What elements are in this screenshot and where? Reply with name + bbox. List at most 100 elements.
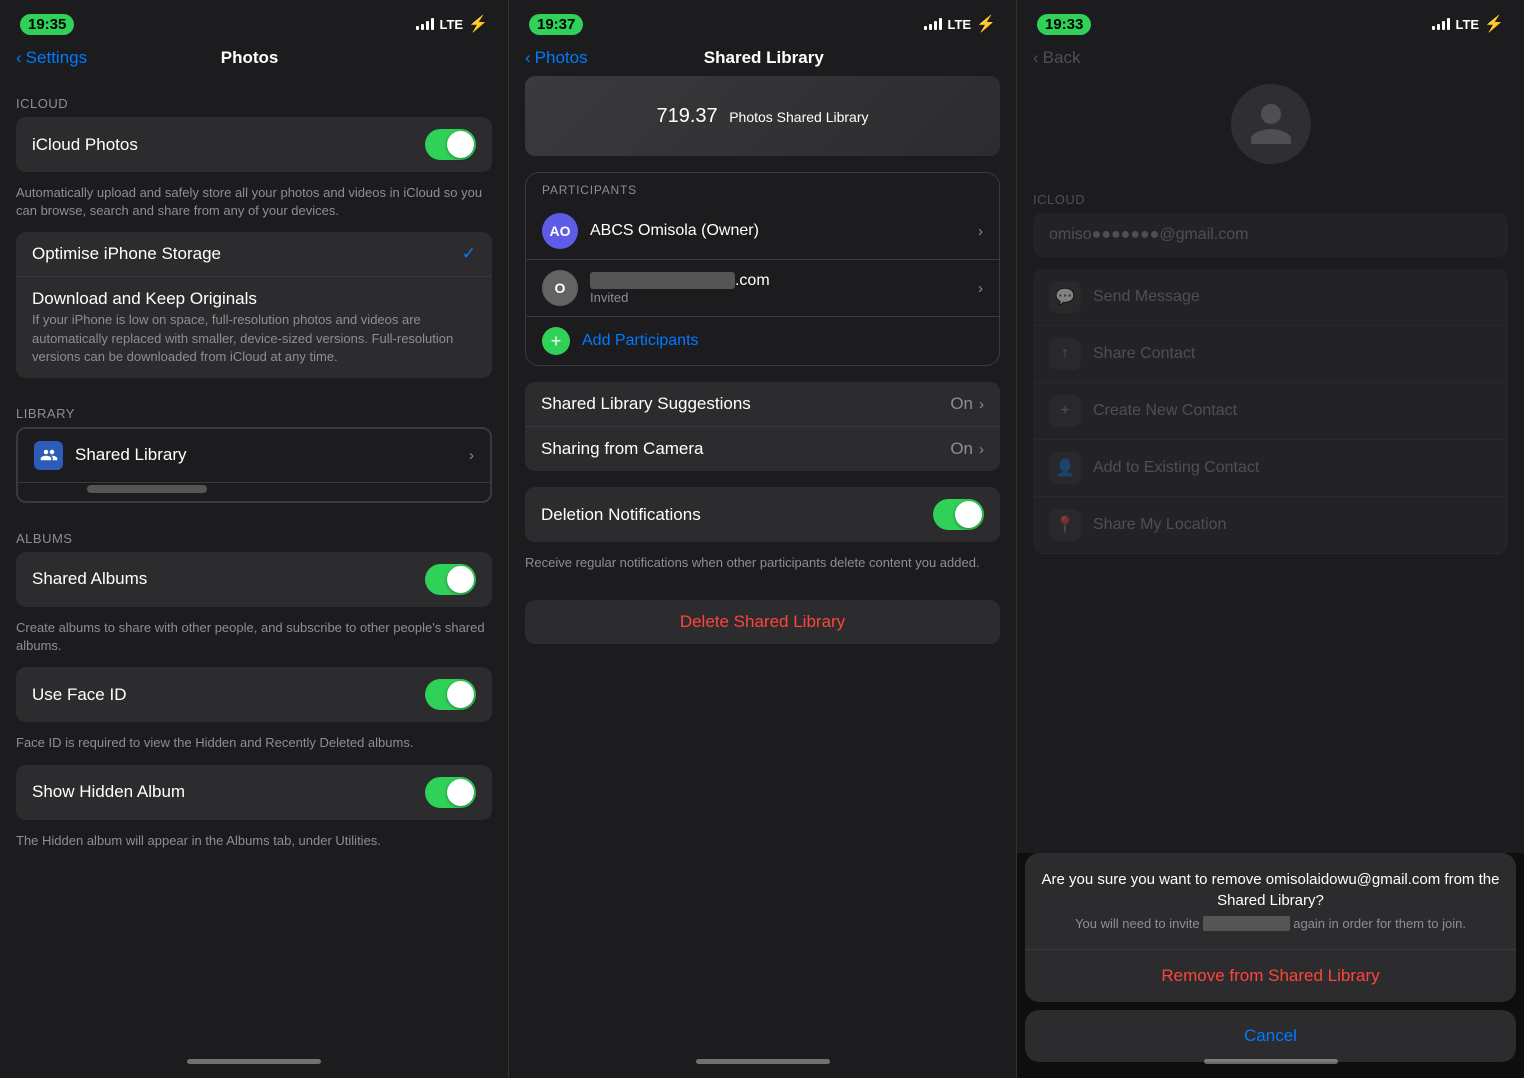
camera-row[interactable]: Sharing from Camera On ›	[525, 427, 1000, 471]
shared-albums-desc: Create albums to share with other people…	[0, 615, 508, 667]
participants-header: Participants	[526, 173, 999, 203]
add-participants-label: Add Participants	[582, 332, 699, 350]
photos-header-card: 719.37 Photos Shared Library	[525, 76, 1000, 156]
participant-owner-info: ABCS Omisola (Owner)	[590, 222, 978, 240]
deletion-desc: Receive regular notifications when other…	[509, 550, 1016, 584]
shared-albums-toggle[interactable]	[425, 564, 476, 595]
lte-label-3: LTE	[1455, 17, 1479, 32]
suggestions-label: Shared Library Suggestions	[541, 394, 950, 414]
add-existing-row: 👤 Add to Existing Contact	[1033, 440, 1508, 497]
screen3-bg-content: ‹ Back iCloud omiso●●●●●●●@gmail.com 💬 S…	[1017, 44, 1524, 562]
hidden-album-row[interactable]: Show Hidden Album	[16, 765, 492, 820]
message-icon: 💬	[1049, 281, 1081, 313]
shared-library-row[interactable]: Shared Library ›	[18, 429, 490, 483]
status-bar-2: 19:37 LTE ⚡	[509, 0, 1016, 44]
download-row[interactable]: Download and Keep Originals If your iPho…	[16, 277, 492, 378]
signal-icon-2	[924, 18, 942, 30]
battery-icon: ⚡	[468, 14, 488, 34]
deletion-toggle[interactable]	[933, 499, 984, 530]
screen2: 19:37 LTE ⚡ ‹ Photos Shared Library 719.…	[508, 0, 1016, 1078]
faceid-label: Use Face ID	[32, 685, 425, 705]
faceid-toggle[interactable]	[425, 679, 476, 710]
icloud-group: iCloud Photos	[16, 117, 492, 172]
lte-label-2: LTE	[947, 17, 971, 32]
photos-count: 719.37 Photos Shared Library	[656, 105, 868, 128]
icloud-photos-desc: Automatically upload and safely store al…	[0, 180, 508, 232]
hidden-album-desc: The Hidden album will appear in the Albu…	[0, 828, 508, 862]
location-icon: 📍	[1049, 509, 1081, 541]
nav-title-1: Photos	[87, 48, 412, 68]
nav-bar-2: ‹ Photos Shared Library	[509, 44, 1016, 76]
optimise-row[interactable]: Optimise iPhone Storage ✓	[16, 232, 492, 277]
participant-owner-name: ABCS Omisola (Owner)	[590, 222, 978, 240]
battery-icon-3: ⚡	[1484, 14, 1504, 34]
lte-label: LTE	[439, 17, 463, 32]
icloud-email-row: omiso●●●●●●●@gmail.com	[1033, 213, 1508, 257]
home-indicator-2	[509, 1044, 1016, 1078]
storage-group: Optimise iPhone Storage ✓ Download and K…	[16, 232, 492, 378]
section-icloud-3: iCloud	[1017, 172, 1524, 213]
status-icons-2: LTE ⚡	[924, 14, 996, 34]
optimise-checkmark: ✓	[462, 244, 476, 264]
faceid-group: Use Face ID	[16, 667, 492, 722]
chevron-left-icon: ‹	[16, 48, 22, 68]
section-albums: Albums	[0, 511, 508, 552]
camera-chevron: ›	[979, 441, 984, 458]
action-sheet-title: Are you sure you want to remove omisolai…	[1041, 869, 1500, 911]
status-icons-1: LTE ⚡	[416, 14, 488, 34]
remove-from-library-btn[interactable]: Remove from Shared Library	[1025, 950, 1516, 1002]
hidden-album-toggle[interactable]	[425, 777, 476, 808]
screen1: 19:35 LTE ⚡ ‹ Settings Photos iCloud iCl…	[0, 0, 508, 1078]
share-icon: ↑	[1049, 338, 1081, 370]
download-label: Download and Keep Originals	[32, 289, 257, 309]
home-bar-3	[1204, 1059, 1338, 1064]
suggestions-chevron: ›	[979, 396, 984, 413]
icloud-photos-row[interactable]: iCloud Photos	[16, 117, 492, 172]
camera-value: On	[950, 439, 973, 459]
chevron-left-icon-2: ‹	[525, 48, 531, 68]
albums-group: Shared Albums	[16, 552, 492, 607]
action-sheet-header: Are you sure you want to remove omisolai…	[1025, 853, 1516, 950]
signal-icon	[416, 18, 434, 30]
delete-group: Delete Shared Library	[525, 600, 1000, 644]
hidden-album-group: Show Hidden Album	[16, 765, 492, 820]
participant-row-owner[interactable]: AO ABCS Omisola (Owner) ›	[526, 203, 999, 260]
nav-bar-3: ‹ Back	[1017, 44, 1524, 76]
section-library: Library	[0, 386, 508, 427]
avatar-o: O	[542, 270, 578, 306]
home-bar-1	[187, 1059, 321, 1064]
status-time-2: 19:37	[529, 14, 583, 35]
suggestions-row[interactable]: Shared Library Suggestions On ›	[525, 382, 1000, 427]
download-desc: If your iPhone is low on space, full-res…	[32, 311, 476, 366]
add-contact-icon: +	[1049, 395, 1081, 427]
delete-library-btn[interactable]: Delete Shared Library	[680, 612, 845, 632]
icloud-photos-toggle[interactable]	[425, 129, 476, 160]
nav-back-1[interactable]: ‹ Settings	[16, 48, 87, 68]
share-location-row: 📍 Share My Location	[1033, 497, 1508, 554]
delete-library-row[interactable]: Delete Shared Library	[525, 600, 1000, 644]
avatar-ao: AO	[542, 213, 578, 249]
shared-library-label: Shared Library	[75, 445, 469, 465]
add-participants-row[interactable]: + Add Participants	[526, 317, 999, 365]
deletion-row[interactable]: Deletion Notifications	[525, 487, 1000, 542]
icloud-group-3: omiso●●●●●●●@gmail.com	[1033, 213, 1508, 257]
camera-label: Sharing from Camera	[541, 439, 950, 459]
nav-bar-1: ‹ Settings Photos	[0, 44, 508, 76]
participants-popup: Participants AO ABCS Omisola (Owner) › O…	[525, 172, 1000, 366]
status-time-1: 19:35	[20, 14, 74, 35]
nav-back-2[interactable]: ‹ Photos	[525, 48, 588, 68]
shared-albums-row[interactable]: Shared Albums	[16, 552, 492, 607]
send-message-row: 💬 Send Message	[1033, 269, 1508, 326]
shared-library-chevron: ›	[469, 447, 474, 464]
participant-row-invited[interactable]: O ●●●●●●●●●●●●●●●.com Invited ›	[526, 260, 999, 317]
library-settings-group: Shared Library Suggestions On › Sharing …	[525, 382, 1000, 471]
faceid-row[interactable]: Use Face ID	[16, 667, 492, 722]
action-sheet-subtitle: You will need to invite ●●●●●●●●●●● agai…	[1041, 915, 1500, 933]
nav-title-2: Shared Library	[588, 48, 940, 68]
optimise-label: Optimise iPhone Storage	[32, 244, 462, 264]
nav-back-3: ‹ Back	[1033, 48, 1080, 68]
add-circle-icon: +	[542, 327, 570, 355]
participant-invited-name: ●●●●●●●●●●●●●●●.com	[590, 272, 978, 290]
section-icloud: iCloud	[0, 76, 508, 117]
deletion-label: Deletion Notifications	[541, 505, 933, 525]
